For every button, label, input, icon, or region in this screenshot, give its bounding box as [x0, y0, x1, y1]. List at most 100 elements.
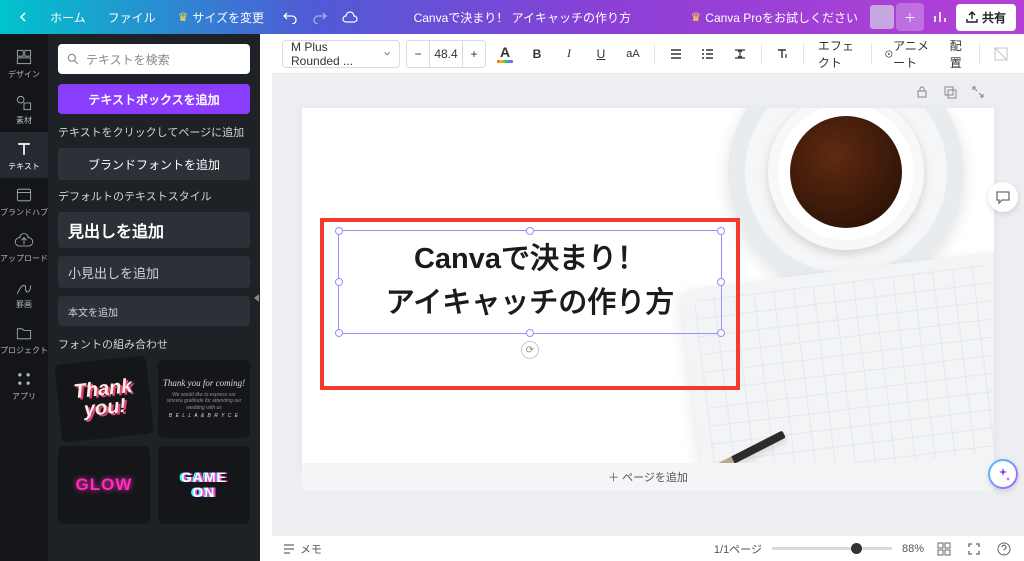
zoom-value: 88% [902, 543, 924, 555]
fullscreen-button[interactable] [964, 539, 984, 559]
font-family-select[interactable]: M Plus Rounded ... [282, 40, 400, 68]
nav-upload[interactable]: アップロード [0, 224, 48, 270]
undo-button[interactable] [276, 3, 304, 31]
font-combo-1[interactable]: Thankyou! [54, 355, 154, 442]
add-page-button[interactable]: ＋ ページを追加 [302, 463, 994, 491]
document-title[interactable]: Canvaで決まり！ アイキャッチの作り方 [364, 9, 680, 26]
nav-apps[interactable]: アプリ [0, 362, 48, 408]
nav-text[interactable]: テキスト [0, 132, 48, 178]
nav-draw-label: 罫画 [16, 299, 32, 310]
align-button[interactable] [663, 40, 689, 68]
help-button[interactable] [994, 539, 1014, 559]
resize-handle[interactable] [526, 227, 534, 235]
zoom-slider-handle[interactable] [851, 543, 862, 554]
nav-design[interactable]: デザイン [0, 40, 48, 86]
font-combo-2[interactable]: Thank you for coming!We would like to ex… [158, 360, 250, 438]
position-button[interactable]: 配置 [944, 40, 972, 68]
color-bar-icon [497, 60, 513, 63]
magic-fab[interactable] [988, 459, 1018, 489]
animate-button[interactable]: アニメート [879, 40, 937, 68]
resize-label: サイズを変更 [192, 9, 264, 26]
font-combo-4[interactable]: GAMEON [158, 446, 250, 524]
resize-button[interactable]: ♛サイズを変更 [168, 3, 274, 32]
case-button[interactable]: aA [620, 40, 646, 68]
text-selection-box[interactable]: ⟳ [338, 230, 722, 334]
combo2-line3: B E L L A & B R Y C E [169, 413, 239, 420]
effects-button[interactable]: エフェクト [812, 40, 863, 68]
cloud-sync-icon[interactable] [336, 3, 364, 31]
vertical-text-button[interactable] [769, 40, 795, 68]
font-family-value: M Plus Rounded ... [291, 40, 377, 68]
brand-font-button[interactable]: ブランドフォントを追加 [58, 148, 250, 180]
add-member-button[interactable]: ＋ [896, 3, 924, 31]
animate-icon [885, 48, 893, 60]
list-button[interactable] [695, 40, 721, 68]
home-button[interactable]: ホーム [40, 3, 96, 32]
expand-icon[interactable] [970, 84, 986, 100]
search-icon [66, 52, 80, 66]
top-bar: ホーム ファイル ♛サイズを変更 Canvaで決まり！ アイキャッチの作り方 ♛… [0, 0, 1024, 34]
lock-icon[interactable] [914, 84, 930, 100]
analytics-button[interactable] [926, 3, 954, 31]
grid-view-button[interactable] [934, 539, 954, 559]
zoom-slider[interactable] [772, 547, 892, 550]
bold-button[interactable]: B [524, 40, 550, 68]
add-textbox-button[interactable]: テキストボックスを追加 [58, 84, 250, 114]
animate-label: アニメート [893, 37, 932, 71]
add-subheading-button[interactable]: 小見出しを追加 [58, 256, 250, 288]
notes-button[interactable]: メモ [282, 541, 322, 557]
coffee [790, 116, 902, 228]
resize-handle[interactable] [717, 278, 725, 286]
separator [871, 44, 872, 64]
canvas-scene: Canvaで決まり！ アイキャッチの作り方 ⟳ [302, 108, 994, 466]
separator [803, 44, 804, 64]
resize-handle[interactable] [526, 329, 534, 337]
back-button[interactable] [8, 6, 38, 28]
add-heading-label: 見出しを追加 [68, 218, 164, 242]
separator [761, 44, 762, 64]
add-heading-button[interactable]: 見出しを追加 [58, 212, 250, 248]
search-input[interactable]: テキストを検索 [58, 44, 250, 74]
resize-handle[interactable] [335, 227, 343, 235]
font-size-plus[interactable]: + [463, 47, 485, 61]
nav-draw[interactable]: 罫画 [0, 270, 48, 316]
nav-elements[interactable]: 素材 [0, 86, 48, 132]
avatar[interactable] [870, 5, 894, 29]
redo-button[interactable] [306, 3, 334, 31]
canvas[interactable]: Canvaで決まり！ アイキャッチの作り方 ⟳ [302, 108, 994, 466]
transparency-button[interactable] [988, 40, 1014, 68]
default-styles-label: デフォルトのテキストスタイル [58, 188, 250, 204]
resize-handle[interactable] [335, 329, 343, 337]
comment-fab[interactable] [988, 182, 1018, 212]
try-pro-button[interactable]: ♛Canva Proをお試しください [681, 3, 868, 32]
font-size-minus[interactable]: − [407, 47, 429, 61]
crown-icon: ♛ [178, 10, 189, 24]
position-label: 配置 [950, 37, 966, 71]
spacing-button[interactable] [727, 40, 753, 68]
font-size-value[interactable]: 48.4 [429, 41, 463, 67]
nav-projects[interactable]: プロジェクト [0, 316, 48, 362]
combo4-line2: ON [193, 485, 216, 500]
panel-collapse-handle[interactable] [250, 276, 260, 320]
nav-brand-label: ブランドハブ [0, 207, 48, 218]
duplicate-icon[interactable] [942, 84, 958, 100]
nav-upload-label: アップロード [0, 253, 48, 264]
nav-brand[interactable]: ブランドハブ [0, 178, 48, 224]
font-combo-3[interactable]: GLOW [58, 446, 150, 524]
rotate-handle[interactable]: ⟳ [521, 341, 539, 359]
notes-label: メモ [300, 541, 322, 557]
canvas-tools [914, 84, 986, 100]
italic-button[interactable]: I [556, 40, 582, 68]
resize-handle[interactable] [717, 329, 725, 337]
add-body-button[interactable]: 本文を追加 [58, 296, 250, 326]
underline-button[interactable]: U [588, 40, 614, 68]
crown-icon: ♛ [691, 10, 702, 24]
notes-icon [282, 542, 296, 556]
resize-handle[interactable] [335, 278, 343, 286]
nav-text-label: テキスト [8, 161, 40, 172]
resize-handle[interactable] [717, 227, 725, 235]
font-color-button[interactable]: A [492, 40, 518, 68]
share-button[interactable]: 共有 [956, 4, 1016, 31]
file-label: ファイル [108, 9, 156, 26]
file-menu[interactable]: ファイル [98, 3, 166, 32]
